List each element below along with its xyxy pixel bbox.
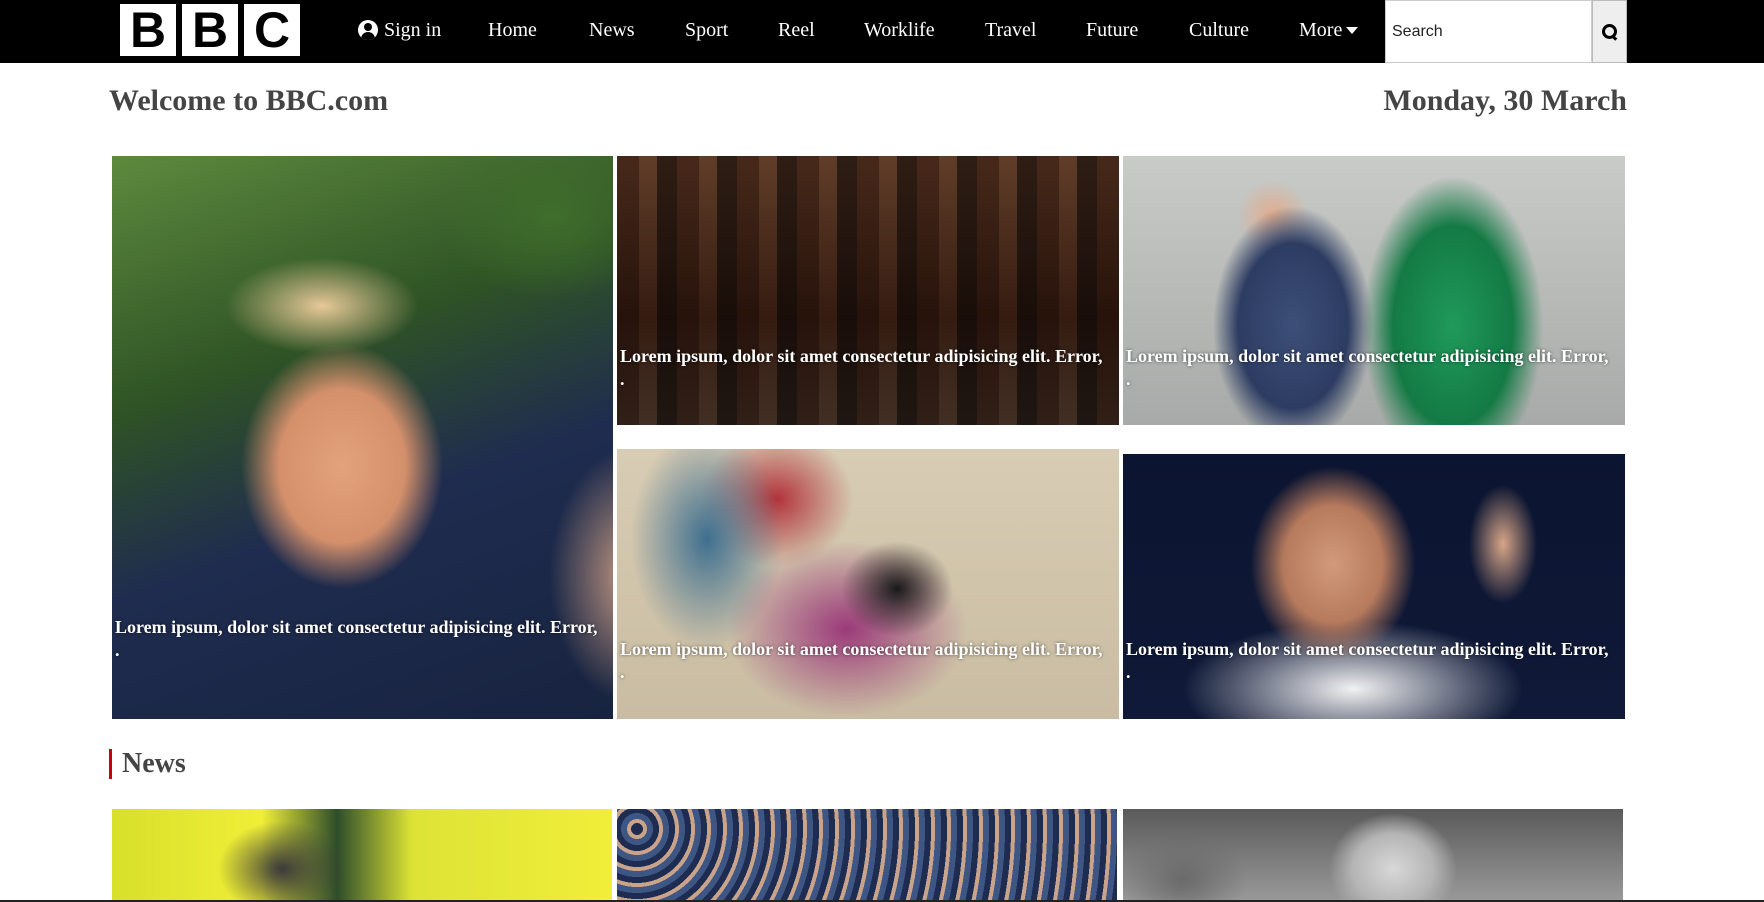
caret-down-icon (1346, 26, 1359, 34)
featured-card-main[interactable]: Lorem ipsum, dolor sit amet consectetur … (112, 156, 613, 719)
bbc-logo[interactable]: B B C (120, 4, 300, 56)
nav-item-news[interactable]: News (589, 0, 635, 60)
news-card-crowd[interactable] (617, 809, 1117, 902)
current-date: Monday, 30 March (1383, 84, 1627, 117)
nav-item-culture[interactable]: Culture (1189, 0, 1249, 60)
logo-letter-c: C (244, 4, 300, 56)
nav-item-travel[interactable]: Travel (985, 0, 1036, 60)
nav-item-future[interactable]: Future (1086, 0, 1138, 60)
featured-card-royal[interactable]: Lorem ipsum, dolor sit amet consectetur … (1123, 156, 1625, 425)
nav-item-reel[interactable]: Reel (778, 0, 815, 60)
news-section-title: News (109, 749, 186, 779)
page-title: Welcome to BBC.com (109, 84, 389, 117)
card-caption: Lorem ipsum, dolor sit amet consectetur … (115, 617, 598, 660)
nav-item-more[interactable]: More (1299, 0, 1359, 60)
featured-card-art[interactable]: Lorem ipsum, dolor sit amet consectetur … (617, 449, 1119, 719)
card-caption: Lorem ipsum, dolor sit amet consectetur … (620, 639, 1103, 682)
logo-letter-b1: B (120, 4, 176, 56)
search-bar (1385, 0, 1627, 63)
featured-card-football[interactable]: Lorem ipsum, dolor sit amet consectetur … (1123, 454, 1625, 719)
top-navigation-bar: B B C Sign in Home News Sport Reel Workl… (0, 0, 1764, 63)
nav-item-sport[interactable]: Sport (685, 0, 728, 60)
nav-item-worklife[interactable]: Worklife (864, 0, 935, 60)
nav-item-home[interactable]: Home (488, 0, 537, 60)
search-input[interactable] (1385, 0, 1592, 63)
more-label: More (1299, 18, 1343, 41)
news-card-man[interactable] (1123, 809, 1623, 902)
news-card-ambulance[interactable] (112, 809, 612, 902)
sign-in-label: Sign in (384, 18, 442, 41)
card-caption: Lorem ipsum, dolor sit amet consectetur … (620, 346, 1103, 389)
sign-in-link[interactable]: Sign in (358, 0, 441, 60)
search-button[interactable] (1592, 0, 1627, 63)
search-icon (1601, 23, 1618, 40)
logo-letter-b2: B (182, 4, 238, 56)
user-icon (358, 20, 378, 40)
featured-card-street[interactable]: Lorem ipsum, dolor sit amet consectetur … (617, 156, 1119, 425)
card-caption: Lorem ipsum, dolor sit amet consectetur … (1126, 346, 1609, 389)
card-caption: Lorem ipsum, dolor sit amet consectetur … (1126, 639, 1609, 682)
